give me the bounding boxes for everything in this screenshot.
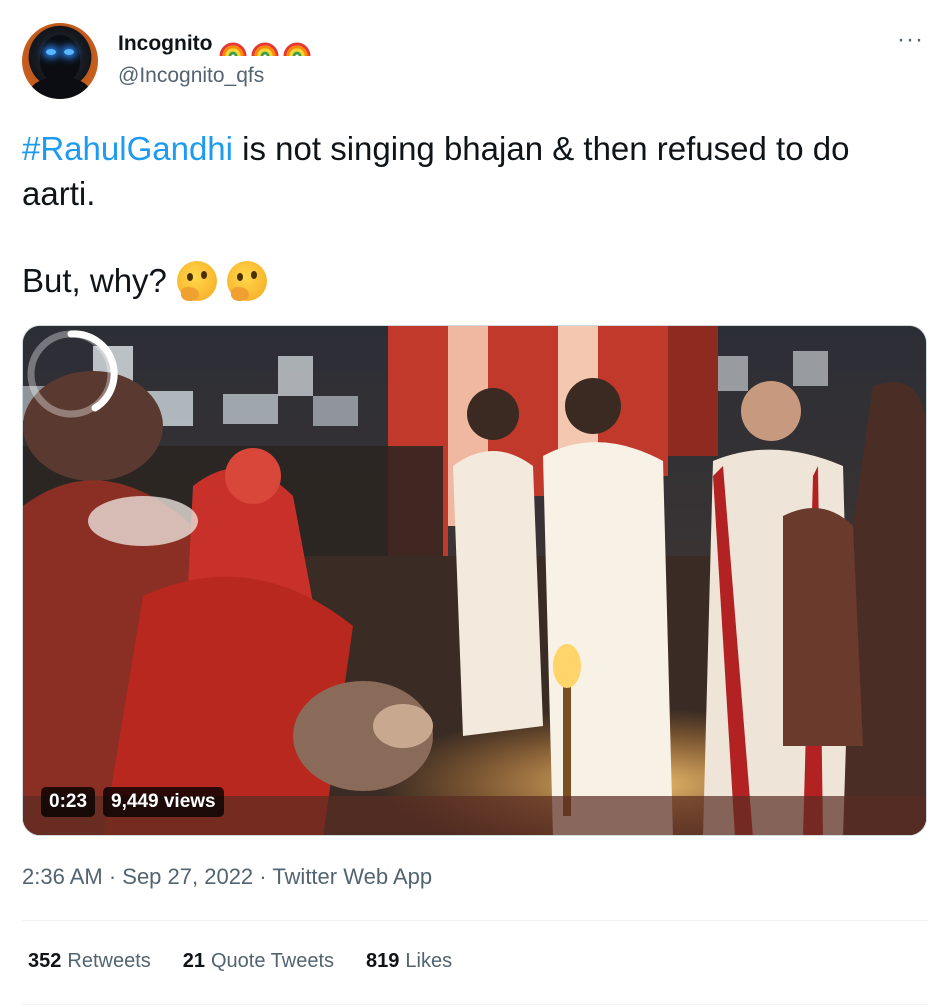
quote-tweets-label: Quote Tweets — [211, 950, 335, 972]
tweet-text: #RahulGandhi is not singing bhajan & the… — [22, 126, 922, 216]
hashtag-link[interactable]: #RahulGandhi — [22, 130, 233, 167]
divider — [22, 1004, 928, 1005]
quote-tweets-stat[interactable]: 21 Quote Tweets — [183, 950, 334, 973]
video-player[interactable]: 0:23 9,449 views — [22, 325, 927, 836]
rainbow-icon — [251, 42, 279, 57]
video-frame — [23, 326, 926, 835]
retweets-count: 352 — [28, 950, 62, 972]
author-handle[interactable]: @Incognito_qfs — [118, 64, 264, 88]
tweet-second-line: But, why? — [22, 258, 267, 303]
author-name-row[interactable]: Incognito — [118, 30, 312, 58]
rainbow-icon — [219, 42, 247, 57]
video-views: 9,449 views — [103, 787, 224, 817]
loading-spinner-icon — [27, 330, 118, 418]
video-duration: 0:23 — [41, 787, 96, 817]
divider — [22, 920, 928, 921]
video-info-badges: 0:23 9,449 views — [41, 786, 224, 818]
quote-tweets-count: 21 — [182, 950, 205, 972]
tweet-question-text: But, why? — [22, 262, 167, 299]
likes-stat[interactable]: 819 Likes — [366, 950, 452, 973]
name-emoji-group — [218, 30, 312, 58]
rainbow-icon — [283, 42, 311, 57]
likes-label: Likes — [405, 950, 453, 972]
likes-count: 819 — [366, 950, 400, 972]
tweet-stats: 352 Retweets 21 Quote Tweets 819 Likes — [28, 950, 452, 973]
retweets-stat[interactable]: 352 Retweets — [28, 950, 151, 973]
tweet-card: Incognito @Incognito_qfs ··· #RahulGandh… — [0, 0, 950, 1008]
thinking-face-icon — [226, 260, 267, 301]
thinking-face-icon — [176, 260, 217, 301]
tweet-timestamp[interactable]: 2:36 AM · Sep 27, 2022 · Twitter Web App — [22, 864, 432, 890]
retweets-label: Retweets — [67, 950, 151, 972]
avatar[interactable] — [22, 23, 98, 99]
author-display-name[interactable]: Incognito — [118, 32, 212, 56]
more-dots-icon[interactable]: ··· — [897, 28, 924, 52]
